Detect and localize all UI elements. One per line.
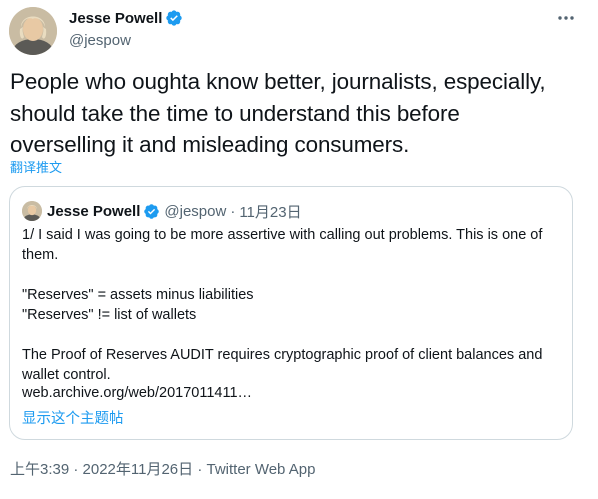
translate-tweet-link[interactable]: 翻译推文 [10, 157, 62, 176]
tweet-text: People who oughta know better, journalis… [10, 69, 546, 157]
verified-badge-icon [143, 203, 160, 220]
quoted-tweet-text: 1/ I said I was going to be more asserti… [22, 227, 543, 383]
quoted-tweet[interactable]: Jesse Powell @jespow · 11月23日 1/ I said … [9, 186, 573, 440]
quoted-author-name: Jesse Powell [47, 203, 141, 220]
author-name[interactable]: Jesse Powell [69, 9, 183, 27]
more-horizontal-icon[interactable] [554, 6, 578, 30]
verified-badge-icon [165, 9, 183, 27]
tweet-timestamp[interactable]: 上午3:39 · 2022年11月26日 · Twitter Web App [10, 458, 315, 479]
quoted-author-handle: @jespow [164, 203, 227, 220]
meta-separator: · [230, 203, 236, 220]
tweet: Jesse Powell @jespow People who oughta k… [0, 0, 598, 499]
quoted-author-avatar [22, 201, 42, 221]
quoted-tweet-link[interactable]: web.archive.org/web/2017011411… [22, 385, 252, 401]
quoted-tweet-date: 11月23日 [239, 204, 302, 221]
quoted-tweet-header: Jesse Powell @jespow · 11月23日 [47, 201, 302, 222]
author-handle[interactable]: @jespow [69, 32, 131, 49]
show-thread-link[interactable]: 显示这个主题帖 [22, 407, 124, 428]
author-avatar[interactable] [9, 7, 57, 55]
